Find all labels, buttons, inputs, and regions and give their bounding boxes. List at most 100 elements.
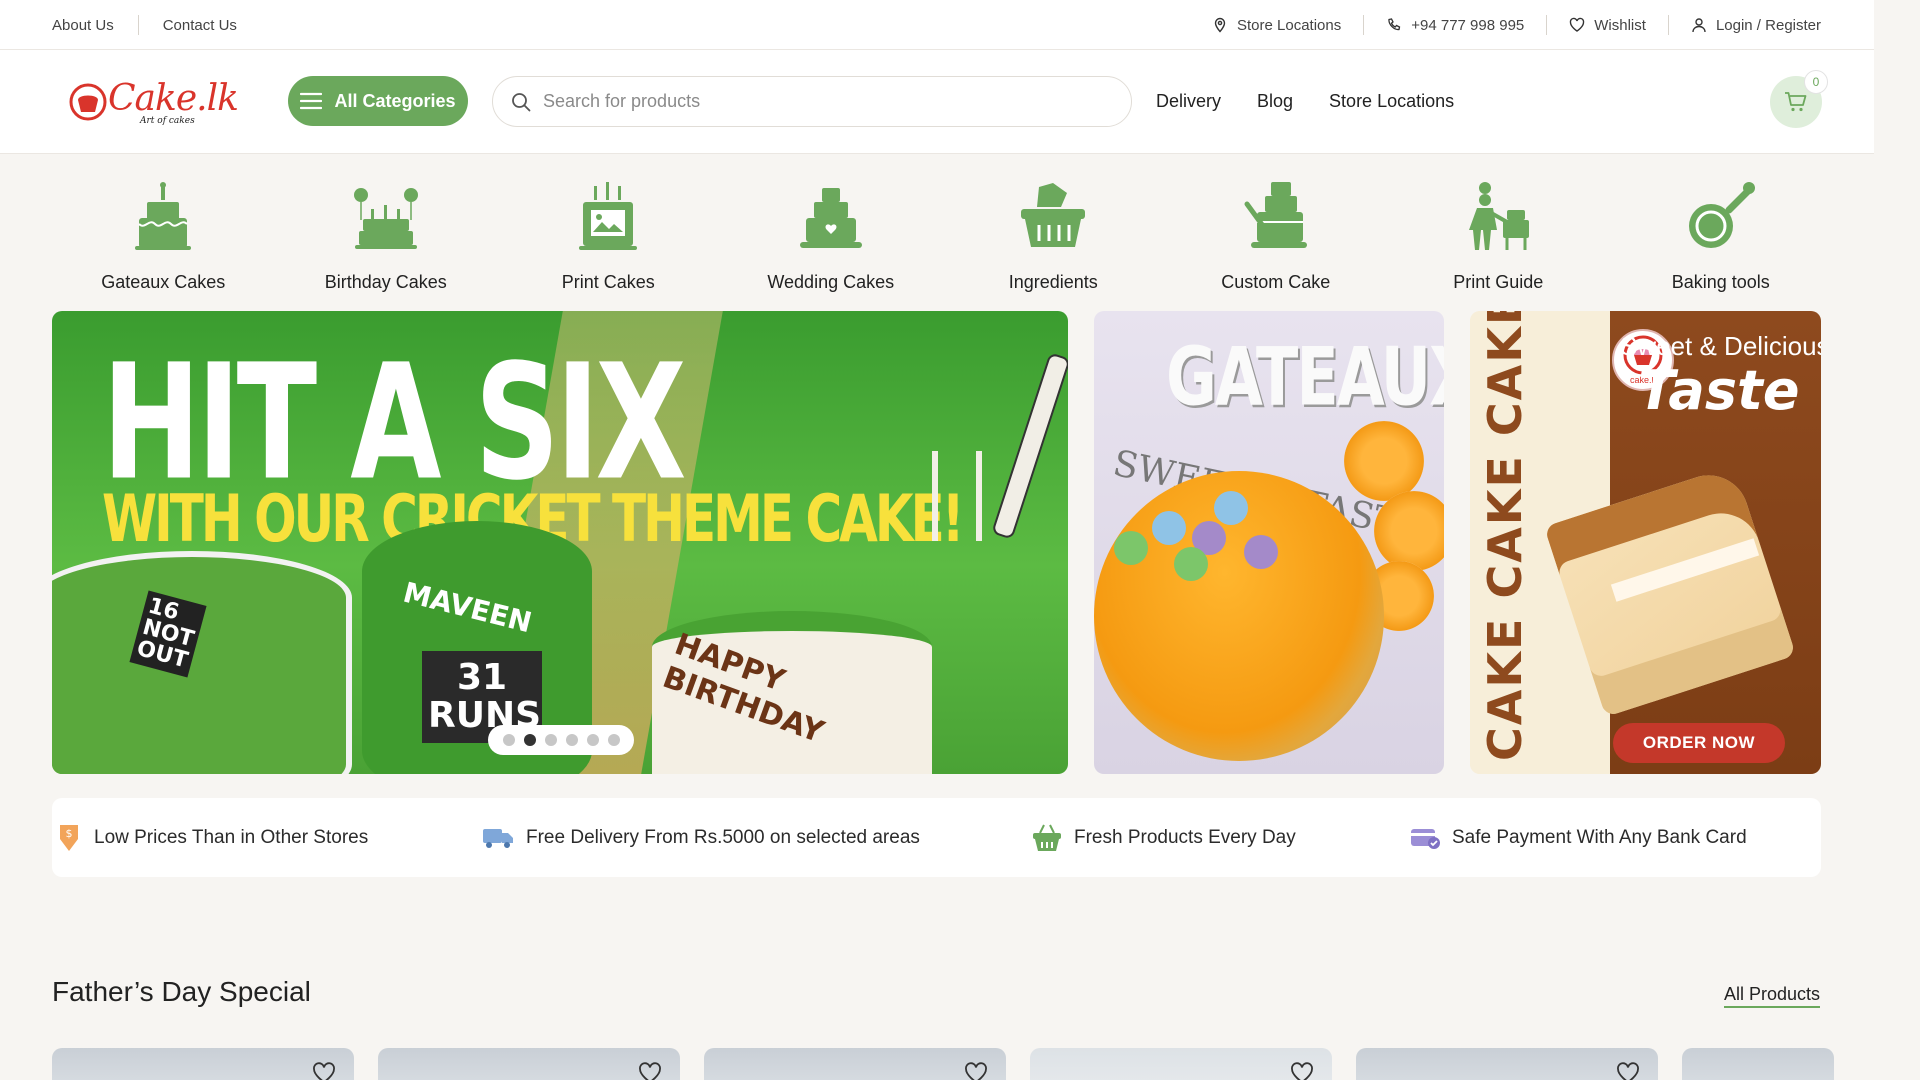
cart-button[interactable]: 0 xyxy=(1770,70,1828,128)
category-custom-cake[interactable]: Custom Cake xyxy=(1165,176,1388,296)
slider-dot-3[interactable] xyxy=(544,734,557,746)
feature-low-prices: $ Low Prices Than in Other Stores xyxy=(56,798,368,877)
category-label: Wedding Cakes xyxy=(767,272,895,292)
category-label: Baking tools xyxy=(1671,272,1770,292)
cart-count-badge: 0 xyxy=(1804,70,1828,94)
cricket-bat xyxy=(991,352,1068,540)
ingredients-basket-icon xyxy=(1013,176,1093,256)
cake-text-birthday: HAPPY BIRTHDAY xyxy=(658,626,829,751)
wishlist-link[interactable]: Wishlist xyxy=(1569,17,1646,34)
taste-vertical-text: CAKE CAKE CAKE xyxy=(1478,311,1532,761)
category-label: Birthday Cakes xyxy=(324,272,447,292)
cricket-stumps xyxy=(932,451,982,541)
category-print-cakes[interactable]: Print Cakes xyxy=(497,176,720,296)
cake-text-name: MAVEEN xyxy=(399,575,536,640)
slider-dot-5[interactable] xyxy=(586,734,599,746)
slider-dot-1[interactable] xyxy=(502,734,515,746)
print-cake-icon xyxy=(568,176,648,256)
nav-store-locations[interactable]: Store Locations xyxy=(1329,91,1454,112)
product-card-4[interactable] xyxy=(1030,1048,1332,1080)
product-card-3[interactable] xyxy=(704,1048,1006,1080)
hero-slider[interactable]: HIT A SIX WITH OUR CRICKET THEME CAKE! 1… xyxy=(52,311,1068,774)
cream-swirls xyxy=(1114,491,1314,581)
category-birthday-cakes[interactable]: Birthday Cakes xyxy=(275,176,498,296)
phone-link[interactable]: +94 777 998 995 xyxy=(1386,17,1524,34)
main-header: Cake.lk Art of cakes All Categories Deli… xyxy=(0,50,1874,154)
category-wedding-cakes[interactable]: Wedding Cakes xyxy=(720,176,943,296)
wishlist-heart-icon[interactable] xyxy=(312,1062,336,1080)
category-label: Ingredients xyxy=(1008,272,1098,292)
nav-blog[interactable]: Blog xyxy=(1257,91,1293,112)
phone-icon xyxy=(1388,18,1401,31)
wishlist-heart-icon[interactable] xyxy=(1290,1062,1314,1080)
all-products-link[interactable]: All Products xyxy=(1724,984,1821,1008)
feature-label: Safe Payment With Any Bank Card xyxy=(1452,826,1747,848)
category-print-guide[interactable]: Print Guide xyxy=(1387,176,1610,296)
slider-dots xyxy=(488,725,634,755)
section-title: Father’s Day Special xyxy=(52,976,311,1007)
search-icon[interactable] xyxy=(511,92,531,112)
svg-text:$: $ xyxy=(66,827,73,840)
wishlist-heart-icon[interactable] xyxy=(1616,1062,1640,1080)
category-label: Print Guide xyxy=(1453,272,1544,292)
product-card-1[interactable] xyxy=(52,1048,354,1080)
cricket-cake-left: 16 NOT OUT xyxy=(52,551,352,774)
product-card-5[interactable] xyxy=(1356,1048,1658,1080)
menu-icon xyxy=(300,92,323,110)
wishlist-heart-icon[interactable] xyxy=(638,1062,662,1080)
search-input[interactable] xyxy=(543,91,1103,112)
category-label: Gateaux Cakes xyxy=(101,272,226,292)
wedding-cake-icon xyxy=(791,176,871,256)
category-ingredients[interactable]: Ingredients xyxy=(942,176,1165,296)
baking-tool-icon xyxy=(1681,176,1761,256)
all-categories-button[interactable]: All Categories xyxy=(288,76,468,126)
divider xyxy=(1667,15,1669,35)
cricket-cake-birthday: HAPPY BIRTHDAY xyxy=(652,611,932,774)
feature-fresh-products: Fresh Products Every Day xyxy=(1032,798,1296,877)
price-tag-icon: $ xyxy=(60,824,78,851)
taste-banner[interactable]: CAKE CAKE CAKE cake.lk Sweet & Delicious… xyxy=(1470,311,1821,774)
order-now-button[interactable]: ORDER NOW xyxy=(1613,723,1785,763)
bank-card-icon xyxy=(1411,828,1440,849)
custom-cake-icon xyxy=(1236,176,1316,256)
slider-dot-2[interactable] xyxy=(523,734,536,746)
logo-text: Cake.lk xyxy=(108,78,239,119)
category-gateaux-cakes[interactable]: Gateaux Cakes xyxy=(52,176,275,296)
cake-slice-image xyxy=(1543,461,1800,718)
chef-icon xyxy=(1458,176,1538,256)
slider-dot-6[interactable] xyxy=(607,734,620,746)
category-strip: Gateaux Cakes Birthday Cakes Print Cakes… xyxy=(52,176,1832,296)
wishlist-label: Wishlist xyxy=(1594,16,1646,34)
gateaux-cake-icon xyxy=(123,176,203,256)
nav-delivery[interactable]: Delivery xyxy=(1156,91,1221,112)
search-bar xyxy=(492,76,1132,127)
divider xyxy=(1546,15,1548,35)
site-logo[interactable]: Cake.lk Art of cakes xyxy=(68,78,239,126)
logo-tagline: Art of cakes xyxy=(140,116,195,126)
top-bar-left: About Us Contact Us xyxy=(52,0,237,50)
category-label: Print Cakes xyxy=(561,272,655,292)
about-us-link[interactable]: About Us xyxy=(52,17,114,34)
gateaux-title: GATEAUX xyxy=(1166,329,1444,424)
login-register-link[interactable]: Login / Register xyxy=(1691,17,1821,34)
cupcake-logo-icon xyxy=(69,83,107,121)
divider xyxy=(137,15,139,35)
feature-safe-payment: Safe Payment With Any Bank Card xyxy=(1410,798,1747,877)
divider xyxy=(1363,15,1365,35)
features-bar: $ Low Prices Than in Other Stores Free D… xyxy=(52,798,1821,877)
wishlist-heart-icon[interactable] xyxy=(964,1062,988,1080)
category-baking-tools[interactable]: Baking tools xyxy=(1610,176,1833,296)
taste-title: Taste xyxy=(1638,359,1800,422)
all-categories-label: All Categories xyxy=(334,90,456,111)
contact-us-link[interactable]: Contact Us xyxy=(163,17,237,34)
login-label: Login / Register xyxy=(1715,16,1821,34)
top-bar: About Us Contact Us Store Locations +94 … xyxy=(0,0,1874,50)
store-locations-link[interactable]: Store Locations xyxy=(1212,17,1341,34)
product-card-2[interactable] xyxy=(378,1048,680,1080)
slider-dot-4[interactable] xyxy=(565,734,578,746)
gateaux-banner[interactable]: GATEAUX SWEET & TASTY xyxy=(1094,311,1444,774)
product-card-6[interactable] xyxy=(1682,1048,1834,1080)
main-nav: Delivery Blog Store Locations xyxy=(1156,76,1454,126)
top-bar-right: Store Locations +94 777 998 995 Wishlist… xyxy=(1212,0,1821,50)
basket-icon xyxy=(1033,824,1061,851)
